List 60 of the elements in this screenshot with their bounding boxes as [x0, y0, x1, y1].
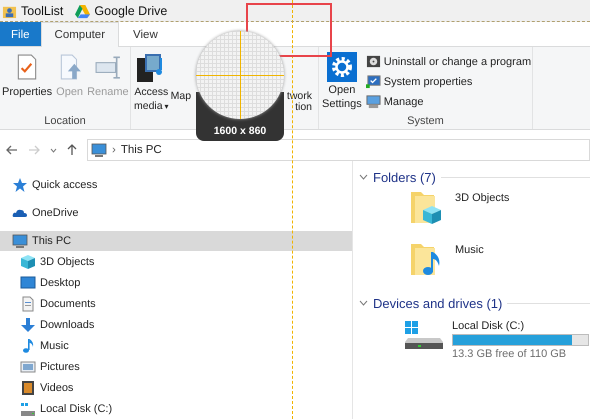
nav-item[interactable]: Pictures — [0, 356, 352, 377]
monitor-icon — [12, 233, 28, 249]
nav-item[interactable]: Desktop — [0, 272, 352, 293]
ribbon-button[interactable]: Properties — [0, 50, 54, 102]
ribbon-button[interactable]: Map — [170, 91, 192, 102]
breadcrumb[interactable]: This PC — [120, 144, 162, 156]
section-header[interactable]: Devices and drives (1) — [373, 296, 502, 310]
star-icon — [12, 177, 28, 193]
computer-manage-icon — [366, 94, 381, 109]
ribbon-button[interactable]: Access media ▾ — [133, 50, 170, 114]
nav-item[interactable]: Downloads — [0, 314, 352, 335]
download-arrow-icon — [20, 316, 36, 332]
collapse-chevron-icon[interactable] — [359, 300, 368, 306]
open-settings-button[interactable]: Open Settings — [319, 50, 365, 112]
cd-box-icon — [366, 54, 381, 69]
folder-item[interactable]: Music — [359, 240, 590, 292]
group-label: Location — [43, 115, 87, 127]
nav-item[interactable]: Documents — [0, 293, 352, 314]
drive-icon — [20, 400, 36, 416]
ribbon-tab[interactable]: View — [119, 22, 172, 46]
settings-icon — [326, 52, 357, 82]
music-note-icon — [20, 338, 36, 354]
group-label: System — [406, 115, 445, 127]
document-icon — [20, 296, 36, 312]
nav-item[interactable]: Videos — [0, 377, 352, 398]
back-arrow-icon[interactable] — [6, 145, 18, 155]
section-header[interactable]: Folders (7) — [373, 170, 436, 184]
picture-icon — [20, 358, 36, 374]
nav-item[interactable]: OneDrive — [0, 199, 352, 227]
ribbon-button[interactable]: Uninstall or change a program — [364, 53, 532, 70]
film-icon — [20, 380, 36, 396]
ribbon-button[interactable]: System properties — [364, 73, 532, 90]
rename-field-icon — [94, 54, 121, 80]
nav-item[interactable]: This PC — [0, 231, 352, 251]
drive-name[interactable]: Local Disk (C:) — [452, 320, 589, 332]
nav-item[interactable]: Music — [0, 335, 352, 356]
size-readout: 1600 x 860 — [214, 125, 266, 137]
monitor-icon — [91, 142, 107, 158]
ribbon-button[interactable]: Manage — [364, 93, 532, 110]
free-space-text: 13.3 GB free of 110 GB — [452, 348, 568, 360]
bookmark-label[interactable]: Google Drive — [94, 4, 168, 18]
file-tab[interactable]: File — [0, 22, 41, 46]
bookmark-label[interactable]: ToolList — [21, 4, 64, 18]
chevron-down-icon[interactable] — [50, 148, 57, 152]
desktop-icon — [20, 274, 36, 290]
nav-item[interactable]: Quick access — [0, 171, 352, 199]
triangle-logo-icon — [75, 4, 90, 18]
monitor-check-icon — [366, 74, 381, 89]
address-bar[interactable]: › This PC — [87, 139, 590, 161]
collapse-chevron-icon[interactable] — [359, 174, 368, 180]
folder-item[interactable]: 3D Objects — [359, 188, 590, 240]
up-arrow-icon[interactable] — [67, 144, 77, 156]
nav-item[interactable]: 3D Objects — [0, 251, 352, 272]
dropdown-caret: ▾ — [164, 102, 169, 111]
drive-icon — [404, 320, 444, 350]
cube-icon — [20, 254, 36, 270]
ribbon-button[interactable]: twork tion — [286, 91, 312, 113]
ribbon-tab[interactable]: Computer — [40, 22, 120, 47]
breadcrumb-separator: › — [112, 144, 116, 156]
nav-item[interactable]: Local Disk (C:) — [0, 398, 352, 419]
